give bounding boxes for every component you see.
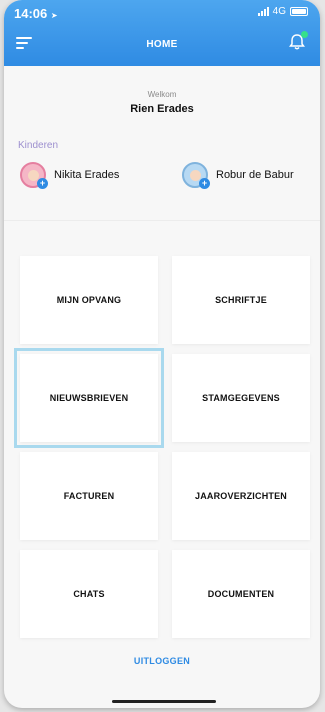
bell-icon[interactable] [288,31,308,51]
battery-icon [290,7,308,16]
divider [4,220,320,221]
tile-jaaroverzichten[interactable]: JAAROVERZICHTEN [172,452,310,540]
signal-icon [257,7,269,16]
welcome-greeting: Welkom [147,90,177,99]
avatar: + [182,162,210,189]
tile-mijn-opvang[interactable]: MIJN OPVANG [20,256,158,344]
tile-facturen[interactable]: FACTUREN [20,452,158,540]
network-label: 4G [272,6,286,17]
add-icon: + [37,178,48,189]
status-right: 4G [257,6,308,17]
kinderen-label: Kinderen [18,140,59,151]
child-item-robur[interactable]: + Robur de Babur [182,162,294,189]
status-time: 14:06 ➤ [14,6,58,21]
logout-button[interactable]: UITLOGGEN [4,656,320,666]
notification-dot [301,31,308,38]
home-indicator [112,700,216,703]
tile-stamgegevens[interactable]: STAMGEGEVENS [172,354,310,442]
phone-screen: 14:06 ➤ 4G HOME Welkom Rien Erades Kinde… [4,0,320,708]
status-time-text: 14:06 [14,6,48,21]
tile-schriftje[interactable]: SCHRIFTJE [172,256,310,344]
child-item-nikita[interactable]: + Nikita Erades [20,162,120,189]
top-bar: 14:06 ➤ 4G HOME [4,0,320,66]
avatar: + [20,162,48,189]
welcome-block: Welkom Rien Erades [4,90,320,115]
tile-nieuwsbrieven[interactable]: NIEUWSBRIEVEN [14,348,164,448]
user-name: Rien Erades [130,103,194,115]
add-icon: + [199,178,210,189]
tile-chats[interactable]: CHATS [20,550,158,638]
child-name: Robur de Babur [216,169,294,181]
page-title: HOME [146,39,178,50]
location-arrow-icon: ➤ [50,11,58,20]
tile-documenten[interactable]: DOCUMENTEN [172,550,310,638]
child-name: Nikita Erades [54,169,120,181]
